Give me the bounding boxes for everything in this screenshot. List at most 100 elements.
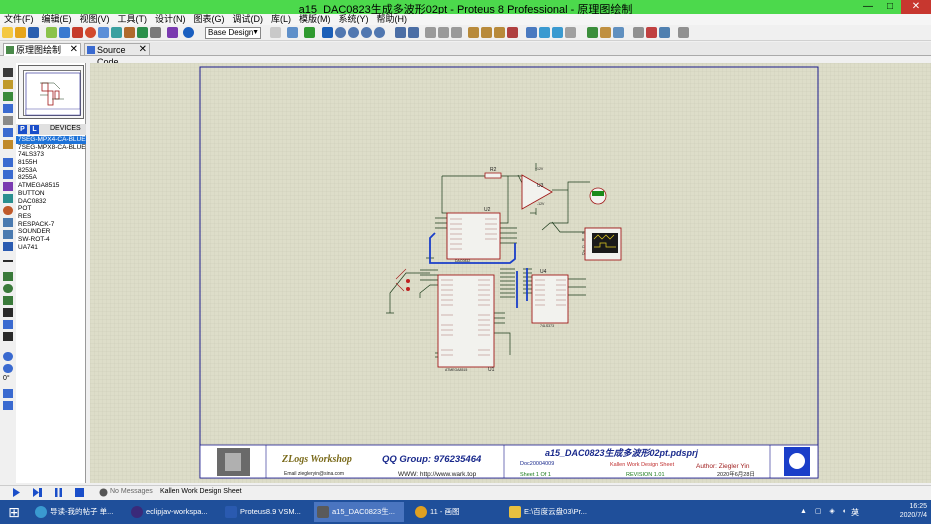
origin-icon[interactable] bbox=[304, 27, 315, 38]
device-list-item[interactable]: 7SEG-MPX4-CA-BLUE bbox=[16, 136, 86, 144]
menu-design[interactable]: 设计(N) bbox=[151, 14, 190, 25]
virtual-instrument-icon[interactable] bbox=[3, 242, 13, 251]
menu-help[interactable]: 帮助(H) bbox=[373, 14, 412, 25]
report-icon[interactable] bbox=[678, 27, 689, 38]
selection-mode-icon[interactable] bbox=[3, 68, 13, 77]
box-icon[interactable] bbox=[3, 272, 13, 281]
device-list-item[interactable]: BUTTON bbox=[16, 190, 86, 198]
dac0832-chip[interactable] bbox=[446, 212, 501, 260]
symbol-icon[interactable] bbox=[3, 320, 13, 329]
tape-recorder-icon[interactable] bbox=[3, 194, 13, 203]
menu-tools[interactable]: 工具(T) bbox=[114, 14, 152, 25]
grid-icon[interactable] bbox=[287, 27, 298, 38]
block-delete-icon[interactable] bbox=[507, 27, 518, 38]
junction-dot-icon[interactable] bbox=[3, 92, 13, 101]
home-icon[interactable] bbox=[46, 27, 57, 38]
ls373-latch[interactable] bbox=[531, 274, 569, 324]
menu-file[interactable]: 文件(F) bbox=[0, 14, 38, 25]
gerber-icon[interactable] bbox=[98, 27, 109, 38]
paste-icon[interactable] bbox=[451, 27, 462, 38]
menu-library[interactable]: 库(L) bbox=[267, 14, 295, 25]
bom-icon[interactable] bbox=[124, 27, 135, 38]
taskbar-item-explorer[interactable]: E:\百度云盘03\Pr... bbox=[506, 502, 596, 522]
help-icon[interactable] bbox=[183, 27, 194, 38]
taskbar-item-paint[interactable]: 11 - 画图 bbox=[412, 502, 500, 522]
save-icon[interactable] bbox=[28, 27, 39, 38]
block-copy-icon[interactable] bbox=[468, 27, 479, 38]
pin-icon[interactable] bbox=[3, 170, 13, 179]
wire-autoroute-icon[interactable] bbox=[587, 27, 598, 38]
schematic-canvas[interactable]: R2 U2 U3 +12V -12V DAC0832 U4 74LS373 U1… bbox=[90, 63, 931, 483]
copy-icon[interactable] bbox=[438, 27, 449, 38]
package-icon[interactable] bbox=[552, 27, 563, 38]
zoom-area-icon[interactable] bbox=[374, 27, 385, 38]
wire-label-icon[interactable] bbox=[3, 104, 13, 113]
taskbar-item-word[interactable]: Proteus8.9 VSM... bbox=[222, 502, 310, 522]
input-language[interactable]: 英 bbox=[851, 507, 859, 518]
subcircuit-icon[interactable] bbox=[3, 140, 13, 149]
menu-edit[interactable]: 编辑(E) bbox=[38, 14, 76, 25]
windows-start-icon[interactable]: ⊞ bbox=[0, 500, 28, 524]
menu-template[interactable]: 模版(M) bbox=[295, 14, 335, 25]
refresh-icon[interactable] bbox=[270, 27, 281, 38]
text-script-icon[interactable] bbox=[3, 116, 13, 125]
make-device-icon[interactable] bbox=[539, 27, 550, 38]
block-move-icon[interactable] bbox=[481, 27, 492, 38]
line-icon[interactable] bbox=[3, 260, 13, 262]
mirror-x-icon[interactable] bbox=[3, 389, 13, 398]
maximize-button[interactable]: □ bbox=[879, 0, 901, 14]
pan-icon[interactable] bbox=[322, 27, 333, 38]
atmega8515-mcu[interactable] bbox=[437, 274, 495, 368]
device-list-item[interactable]: 8253A bbox=[16, 167, 86, 175]
device-list-item[interactable]: SOUNDER bbox=[16, 228, 86, 236]
menu-view[interactable]: 视图(V) bbox=[76, 14, 114, 25]
schematic-drawing[interactable]: R2 U2 U3 +12V -12V DAC0832 U4 74LS373 U1… bbox=[90, 63, 931, 483]
menu-debug[interactable]: 调试(D) bbox=[229, 14, 268, 25]
device-list-item[interactable]: SW-ROT-4 bbox=[16, 236, 86, 244]
tab-schematic[interactable]: 原理图绘制 ✕ bbox=[3, 43, 81, 56]
device-list-item[interactable]: ATMEGA8515 bbox=[16, 182, 86, 190]
remove-sheet-icon[interactable] bbox=[646, 27, 657, 38]
device-list-item[interactable]: 74LS373 bbox=[16, 151, 86, 159]
close-button[interactable]: ✕ bbox=[901, 0, 931, 14]
property-icon[interactable] bbox=[613, 27, 624, 38]
arc-icon[interactable] bbox=[3, 296, 13, 305]
generator-icon[interactable] bbox=[3, 206, 13, 215]
stop-icon[interactable] bbox=[85, 27, 96, 38]
circle-icon[interactable] bbox=[3, 284, 13, 293]
redo-icon[interactable] bbox=[408, 27, 419, 38]
exit-parent-icon[interactable] bbox=[659, 27, 670, 38]
overview-window[interactable] bbox=[18, 65, 84, 119]
block-rotate-icon[interactable] bbox=[494, 27, 505, 38]
pick-icon[interactable] bbox=[526, 27, 537, 38]
switch-contact[interactable] bbox=[406, 279, 410, 283]
device-list-item[interactable]: RES bbox=[16, 213, 86, 221]
close-icon[interactable]: ✕ bbox=[139, 44, 147, 56]
play-icon[interactable] bbox=[12, 488, 21, 497]
messages-status[interactable]: No Messages bbox=[110, 488, 153, 495]
device-list-item[interactable]: RESPACK-7 bbox=[16, 221, 86, 229]
undo-icon[interactable] bbox=[395, 27, 406, 38]
switch-contact[interactable] bbox=[406, 287, 410, 291]
mirror-y-icon[interactable] bbox=[3, 401, 13, 410]
source-icon[interactable] bbox=[137, 27, 148, 38]
text-icon[interactable] bbox=[3, 308, 13, 317]
device-list-item[interactable]: POT bbox=[16, 205, 86, 213]
zoom-in-icon[interactable] bbox=[335, 27, 346, 38]
voltage-probe-icon[interactable] bbox=[3, 218, 13, 227]
decompose-icon[interactable] bbox=[565, 27, 576, 38]
device-list-item[interactable]: UA741 bbox=[16, 244, 86, 252]
pick-devices-button[interactable]: P bbox=[18, 125, 27, 134]
component-mode-icon[interactable] bbox=[3, 80, 13, 89]
resistor-r2[interactable] bbox=[484, 172, 502, 179]
minimize-button[interactable]: — bbox=[857, 0, 879, 14]
menu-graph[interactable]: 图表(G) bbox=[190, 14, 229, 25]
3d-icon[interactable] bbox=[111, 27, 122, 38]
zoom-out-icon[interactable] bbox=[348, 27, 359, 38]
pcb-icon[interactable] bbox=[72, 27, 83, 38]
buses-icon[interactable] bbox=[3, 128, 13, 137]
marker-icon[interactable] bbox=[3, 332, 13, 341]
cut-icon[interactable] bbox=[425, 27, 436, 38]
taskbar-item-eclipse[interactable]: eclipjav-workspa... bbox=[128, 502, 218, 522]
search-icon[interactable] bbox=[600, 27, 611, 38]
